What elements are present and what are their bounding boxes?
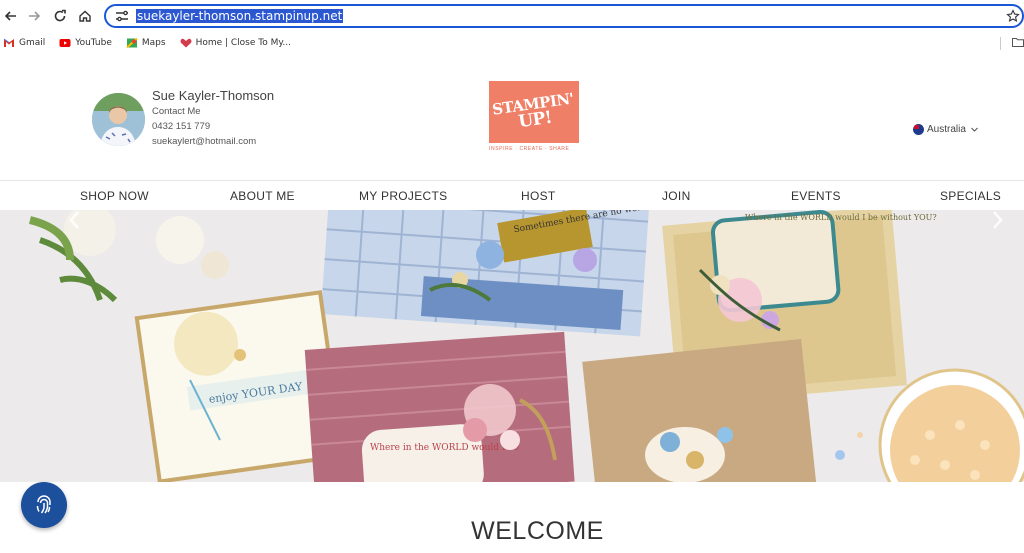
bookmark-gmail[interactable]: Gmail <box>3 38 45 48</box>
reload-icon[interactable] <box>50 6 70 26</box>
nav-specials[interactable]: SPECIALS <box>940 189 1001 203</box>
bookmark-label: Maps <box>141 38 166 48</box>
bookmark-label: Home | Close To My... <box>195 38 291 48</box>
contact-block: Sue Kayler-Thomson Contact Me 0432 151 7… <box>152 88 274 147</box>
home-icon[interactable] <box>75 6 95 26</box>
bookmark-youtube[interactable]: YouTube <box>59 38 112 48</box>
bookmarks-bar: Gmail YouTube Maps Home | Close To My... <box>0 33 1024 53</box>
demonstrator-name: Sue Kayler-Thomson <box>152 88 275 103</box>
logo-tagline: INSPIRE · CREATE · SHARE <box>489 146 570 152</box>
country-label: Australia <box>927 124 966 135</box>
nav-my-projects[interactable]: MY PROJECTS <box>359 189 447 203</box>
fingerprint-icon <box>36 495 51 514</box>
address-bar[interactable]: suekayler-thomson.stampinup.net <box>104 4 1024 28</box>
forward-arrow-icon[interactable] <box>24 6 44 26</box>
nav-about-me[interactable]: ABOUT ME <box>230 189 295 203</box>
australia-flag-icon <box>913 124 924 135</box>
nav-join[interactable]: JOIN <box>662 189 691 203</box>
maps-icon <box>126 38 138 48</box>
bookmark-label: Gmail <box>19 38 46 48</box>
card-text-where-world-you: Where in the WORLD would I be without YO… <box>745 213 937 222</box>
carousel-next-arrow-icon[interactable] <box>990 210 1004 230</box>
card-text-where-world: Where in the WORLD would I be <box>370 443 519 453</box>
bookmark-maps[interactable]: Maps <box>126 38 166 48</box>
avatar <box>92 93 145 146</box>
bookmark-star-icon[interactable] <box>1006 9 1020 23</box>
country-selector[interactable]: Australia <box>913 124 979 135</box>
hero-image: Sometimes there are no words Where in th… <box>28 210 1024 482</box>
back-arrow-icon[interactable] <box>1 6 21 26</box>
main-navigation: SHOP NOW ABOUT ME MY PROJECTS HOST JOIN … <box>0 180 1024 210</box>
carousel-prev-arrow-icon[interactable] <box>68 210 82 230</box>
bookmarks-divider <box>1000 37 1001 50</box>
contact-me-link[interactable]: Contact Me <box>152 106 274 117</box>
url-text[interactable]: suekayler-thomson.stampinup.net <box>136 9 344 23</box>
gmail-icon <box>3 38 14 47</box>
email-address[interactable]: suekaylert@hotmail.com <box>152 136 274 147</box>
folder-icon[interactable] <box>1012 37 1024 47</box>
stampin-up-logo[interactable]: STAMPIN' UP! INSPIRE · CREATE · SHARE <box>489 81 583 157</box>
hero-carousel[interactable]: Sometimes there are no words Where in th… <box>0 210 1024 482</box>
nav-host[interactable]: HOST <box>521 189 556 203</box>
nav-shop-now[interactable]: SHOP NOW <box>80 189 149 203</box>
phone-number[interactable]: 0432 151 779 <box>152 121 274 132</box>
heart-icon <box>180 38 191 48</box>
youtube-icon <box>59 39 71 47</box>
bookmark-close-to-my-heart[interactable]: Home | Close To My... <box>180 38 291 48</box>
bookmark-label: YouTube <box>75 38 112 48</box>
site-header: Sue Kayler-Thomson Contact Me 0432 151 7… <box>0 60 1024 180</box>
nav-events[interactable]: EVENTS <box>791 189 841 203</box>
welcome-heading: WELCOME <box>471 517 604 545</box>
site-settings-icon[interactable] <box>114 9 130 23</box>
browser-toolbar: suekayler-thomson.stampinup.net <box>0 0 1024 33</box>
chevron-down-icon <box>971 127 978 132</box>
